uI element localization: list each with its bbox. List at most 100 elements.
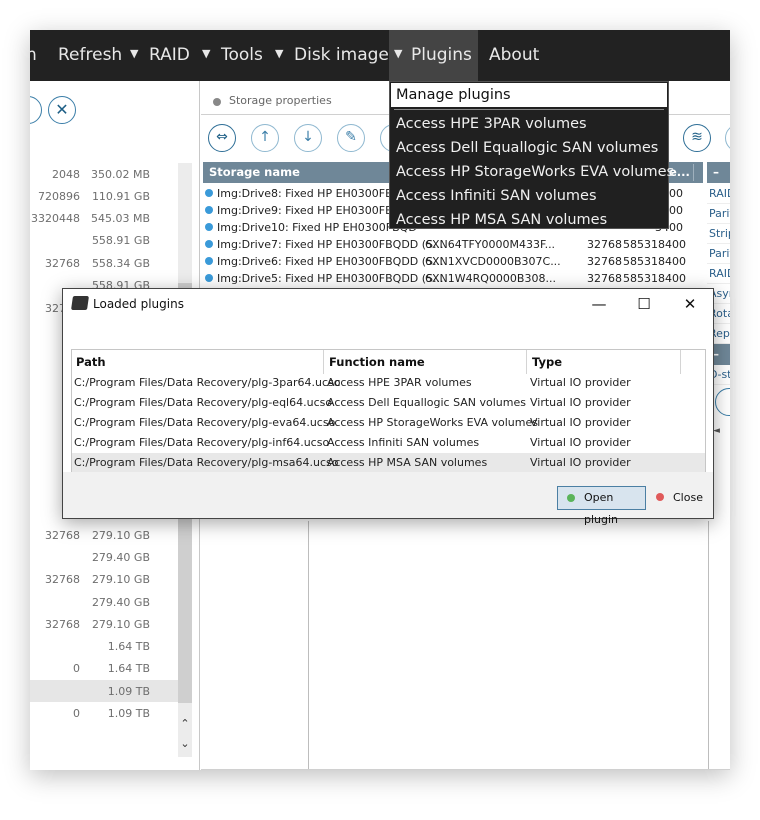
- maximize-icon[interactable]: ☐: [632, 293, 656, 315]
- menu-manage-plugins[interactable]: Manage plugins: [391, 83, 667, 107]
- column-storage-name[interactable]: Storage name: [209, 162, 300, 183]
- plugin-type: Virtual IO provider: [530, 456, 631, 469]
- close-icon[interactable]: ✕: [48, 96, 76, 124]
- properties-header[interactable]: –: [707, 162, 730, 183]
- storage-serial: 6XN64TFY0000M433F...: [425, 238, 556, 251]
- dropdown-arrow-icon[interactable]: ▼: [130, 30, 138, 78]
- menu-access-infiniti[interactable]: Access Infiniti SAN volumes: [396, 184, 597, 208]
- menu-item-scan[interactable]: n: [30, 30, 37, 81]
- dialog-titlebar[interactable]: Loaded plugins — ☐ ✕: [63, 289, 713, 319]
- menu-access-hpe-3par[interactable]: Access HPE 3PAR volumes: [396, 112, 587, 136]
- left-list-row[interactable]: 1.09 TB: [30, 680, 180, 702]
- row-size: 279.10 GB: [91, 529, 150, 542]
- left-list-row[interactable]: 0 1.09 TB: [30, 702, 180, 724]
- menu-item-about[interactable]: About: [489, 30, 539, 81]
- status-dot-icon: [205, 223, 213, 231]
- property-item: Parit: [707, 204, 730, 224]
- open-plugin-button[interactable]: Open plugin: [557, 486, 646, 526]
- green-dot-icon: [567, 494, 575, 502]
- menu-item-plugins[interactable]: ▼ Plugins: [389, 30, 478, 81]
- plugin-function: Access Infiniti SAN volumes: [327, 436, 480, 449]
- column-function-name[interactable]: Function name: [325, 350, 425, 374]
- menu-item-raid[interactable]: RAID: [149, 30, 190, 81]
- red-dot-icon: [656, 493, 664, 501]
- plugin-row[interactable]: C:/Program Files/Data Recovery/plg-msa64…: [72, 453, 705, 473]
- minimize-icon[interactable]: —: [587, 293, 611, 315]
- left-list-row[interactable]: 2048 350.02 MB: [30, 163, 180, 185]
- left-list-row[interactable]: 32768 279.10 GB: [30, 613, 180, 635]
- storage-serial: 6XN1XVCD0000B307C...: [425, 255, 561, 268]
- dropdown-arrow-icon: ▼: [394, 47, 403, 60]
- plugin-row[interactable]: C:/Program Files/Data Recovery/plg-eva64…: [72, 413, 705, 433]
- storage-c3: 32768: [587, 272, 622, 285]
- left-list-row[interactable]: 279.40 GB: [30, 546, 180, 568]
- tab-dot-icon: [213, 98, 221, 106]
- menu-access-hp-eva[interactable]: Access HP StorageWorks EVA volumes: [396, 160, 674, 184]
- edit-button[interactable]: ✎: [337, 124, 365, 152]
- plugin-row[interactable]: C:/Program Files/Data Recovery/plg-3par6…: [72, 373, 705, 393]
- link-toggle-button[interactable]: ⇔: [208, 124, 236, 152]
- close-button[interactable]: Close: [651, 486, 707, 510]
- plugin-path: C:/Program Files/Data Recovery/plg-3par6…: [74, 376, 341, 389]
- plugin-row[interactable]: C:/Program Files/Data Recovery/plg-inf64…: [72, 433, 705, 453]
- column-path[interactable]: Path: [72, 350, 106, 374]
- plugin-row[interactable]: C:/Program Files/Data Recovery/plg-eql64…: [72, 393, 705, 413]
- row-size: 279.10 GB: [91, 573, 150, 586]
- plugins-table: Path Function name Type C:/Program Files…: [71, 349, 706, 473]
- row-size: 1.64 TB: [107, 640, 150, 653]
- left-list-row[interactable]: 1.64 TB: [30, 635, 180, 657]
- row-size: 1.09 TB: [107, 685, 150, 698]
- left-list-row[interactable]: 32768 279.10 GB: [30, 568, 180, 590]
- scroll-up-icon[interactable]: ⌃: [178, 717, 192, 735]
- layers-icon[interactable]: ≋: [683, 124, 711, 152]
- menu-access-hp-msa[interactable]: Access HP MSA SAN volumes: [396, 208, 607, 232]
- left-list-row[interactable]: 32768 558.34 GB: [30, 252, 180, 274]
- row-offset: 2048: [52, 168, 80, 181]
- left-list-row[interactable]: 32768 279.10 GB: [30, 524, 180, 546]
- close-label: Close: [673, 491, 703, 504]
- storage-row[interactable]: Img:Drive6: Fixed HP EH0300FBQDD (S... 6X…: [203, 253, 703, 270]
- row-offset: 32768: [45, 573, 80, 586]
- storage-c4: 585318400: [623, 255, 686, 268]
- plugin-path: C:/Program Files/Data Recovery/plg-eva64…: [74, 416, 336, 429]
- partial-button[interactable]: [30, 96, 42, 124]
- plugin-path: C:/Program Files/Data Recovery/plg-msa64…: [74, 456, 339, 469]
- column-type[interactable]: Type: [528, 350, 562, 374]
- row-offset: 32768: [45, 257, 80, 270]
- partial-round-button[interactable]: [715, 388, 730, 416]
- scroll-down-icon[interactable]: ⌄: [178, 737, 192, 755]
- plugin-type: Virtual IO provider: [530, 416, 631, 429]
- scroll-left-icon[interactable]: ◄: [713, 426, 720, 436]
- move-down-button[interactable]: ↓: [294, 124, 322, 152]
- storage-row[interactable]: Img:Drive5: Fixed HP EH0300FBQDD (S... 6X…: [203, 270, 703, 287]
- storage-c4: 585318400: [623, 272, 686, 285]
- move-up-button[interactable]: ↑: [251, 124, 279, 152]
- left-list-row[interactable]: 233320448 545.03 MB: [30, 207, 180, 229]
- menu-access-dell-equallogic[interactable]: Access Dell Equallogic SAN volumes: [396, 136, 658, 160]
- left-list-row[interactable]: 720896 110.91 GB: [30, 185, 180, 207]
- menu-item-tools[interactable]: Tools: [221, 30, 263, 81]
- column-separator: [693, 164, 694, 181]
- storage-c3: 32768: [587, 238, 622, 251]
- menu-item-plugins-label: Plugins: [411, 45, 472, 65]
- loaded-plugins-dialog: Loaded plugins — ☐ ✕ Path Function name …: [62, 288, 714, 526]
- pane-divider: [708, 521, 709, 769]
- property-item: Parit: [707, 244, 730, 264]
- tab-label: Storage properties: [229, 94, 332, 107]
- partial-toolbar-button-right[interactable]: [725, 124, 730, 152]
- app-logo-icon: [71, 296, 89, 310]
- menu-item-refresh[interactable]: Refresh: [58, 30, 122, 81]
- plugin-function: Access Dell Equallogic SAN volumes: [327, 396, 526, 409]
- left-list-row[interactable]: 279.40 GB: [30, 591, 180, 613]
- menu-item-disk-image[interactable]: Disk image: [294, 30, 389, 81]
- close-icon[interactable]: ✕: [678, 293, 702, 315]
- dropdown-arrow-icon[interactable]: ▼: [202, 30, 210, 78]
- dialog-footer: Open plugin Close: [63, 472, 713, 526]
- dropdown-arrow-icon[interactable]: ▼: [275, 30, 283, 78]
- storage-row[interactable]: Img:Drive7: Fixed HP EH0300FBQDD (S... 6X…: [203, 236, 703, 253]
- left-list-row[interactable]: 558.91 GB: [30, 229, 180, 251]
- row-offset: 233320448: [30, 212, 80, 225]
- left-list-row[interactable]: 0 1.64 TB: [30, 657, 180, 679]
- row-size: 279.10 GB: [91, 618, 150, 631]
- storage-c3: 32768: [587, 255, 622, 268]
